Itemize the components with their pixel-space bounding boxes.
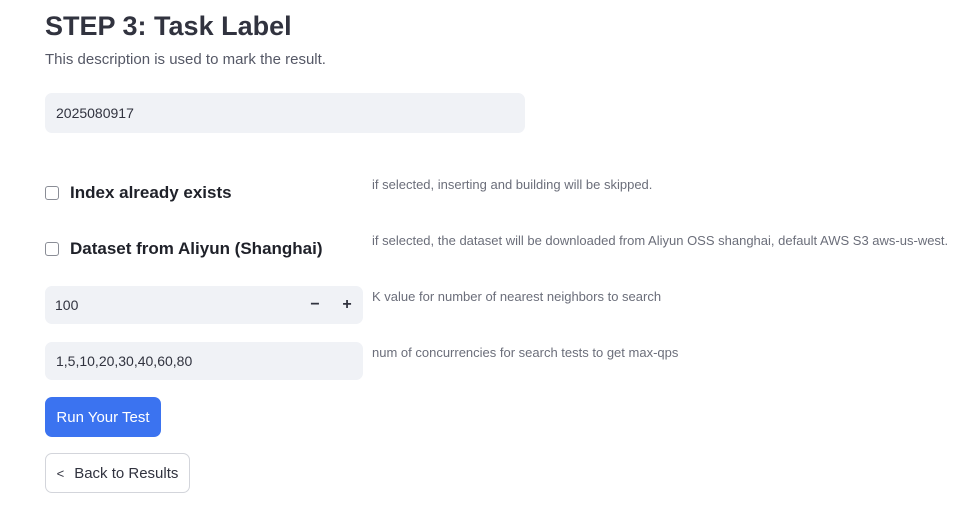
back-to-results-button[interactable]: < Back to Results bbox=[45, 453, 190, 493]
k-value-stepper: 100 − + bbox=[45, 286, 363, 324]
run-test-button[interactable]: Run Your Test bbox=[45, 397, 161, 437]
index-exists-checkbox[interactable]: Index already exists bbox=[45, 181, 232, 205]
page-title: STEP 3: Task Label bbox=[45, 11, 292, 41]
index-exists-label: Index already exists bbox=[70, 183, 232, 202]
increment-button[interactable]: + bbox=[331, 286, 363, 324]
task-label-input[interactable] bbox=[45, 93, 525, 133]
task-label-page: STEP 3: Task Label This description is u… bbox=[0, 0, 957, 531]
concurrency-input[interactable] bbox=[45, 342, 363, 380]
decrement-button[interactable]: − bbox=[299, 286, 331, 324]
checkbox-icon[interactable] bbox=[45, 242, 59, 256]
aliyun-dataset-help: if selected, the dataset will be downloa… bbox=[372, 233, 949, 248]
aliyun-dataset-label: Dataset from Aliyun (Shanghai) bbox=[70, 239, 323, 258]
index-exists-help: if selected, inserting and building will… bbox=[372, 177, 653, 192]
concurrency-help: num of concurrencies for search tests to… bbox=[372, 345, 679, 360]
checkbox-icon[interactable] bbox=[45, 186, 59, 200]
aliyun-dataset-checkbox[interactable]: Dataset from Aliyun (Shanghai) bbox=[45, 237, 323, 261]
k-value-help: K value for number of nearest neighbors … bbox=[372, 289, 662, 304]
page-description: This description is used to mark the res… bbox=[45, 51, 326, 68]
back-to-results-label: Back to Results bbox=[74, 464, 179, 482]
chevron-left-icon: < bbox=[56, 465, 65, 481]
k-value-input[interactable]: 100 bbox=[45, 297, 299, 313]
